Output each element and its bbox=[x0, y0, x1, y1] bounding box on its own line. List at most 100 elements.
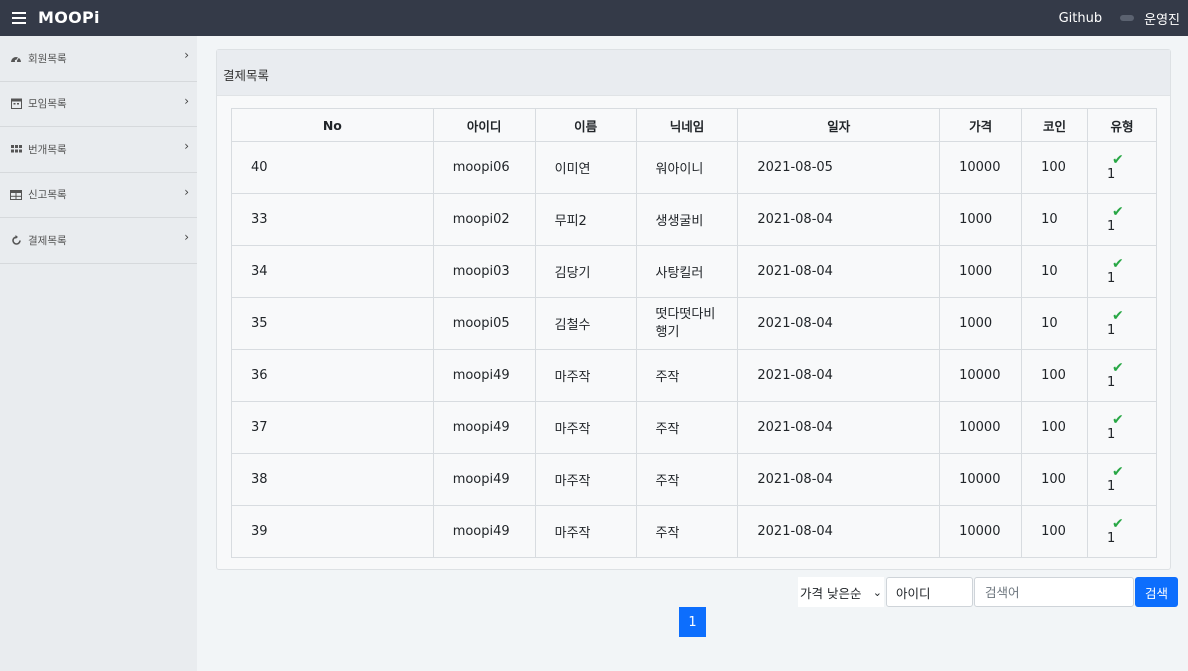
check-icon: ✔ bbox=[1112, 204, 1124, 220]
cell-nickname: 주작 bbox=[635, 453, 739, 506]
check-icon: ✔ bbox=[1112, 412, 1124, 428]
cell-price: 10000 bbox=[939, 401, 1023, 454]
search-bar: 가격 낮은순 ⌄ 아이디 검색 bbox=[798, 577, 1178, 607]
cell-date: 2021-08-04 bbox=[737, 349, 941, 402]
cell-no: 39 bbox=[231, 505, 434, 558]
search-field-select[interactable]: 아이디 bbox=[886, 577, 973, 607]
cell-id: moopi49 bbox=[432, 401, 536, 454]
sidebar-item-label: 번개목록 bbox=[28, 143, 67, 156]
sort-order-select[interactable]: 가격 낮은순 ⌄ bbox=[798, 577, 884, 607]
column-header[interactable]: No bbox=[231, 108, 434, 142]
search-input[interactable] bbox=[974, 577, 1134, 607]
cell-date: 2021-08-04 bbox=[737, 505, 941, 558]
cell-date: 2021-08-04 bbox=[737, 193, 941, 246]
cell-no: 37 bbox=[231, 401, 434, 454]
payment-table: No 아이디 이름 닉네임 일자 가격 코인 유형 40 moopi06 이미연… bbox=[231, 108, 1157, 558]
sidebar-item-members[interactable]: 회원목록 › bbox=[0, 36, 197, 82]
cell-nickname: 주작 bbox=[635, 349, 739, 402]
cell-price: 1000 bbox=[939, 193, 1023, 246]
column-header[interactable]: 코인 bbox=[1021, 108, 1089, 142]
cell-price: 10000 bbox=[939, 349, 1023, 402]
table-row[interactable]: 37 moopi49 마주작 주작 2021-08-04 10000 100 ✔… bbox=[231, 401, 1157, 454]
column-header[interactable]: 아이디 bbox=[432, 108, 536, 142]
check-icon: ✔ bbox=[1112, 152, 1124, 168]
column-header[interactable]: 일자 bbox=[737, 108, 941, 142]
cell-id: moopi06 bbox=[432, 141, 536, 194]
table-row[interactable]: 36 moopi49 마주작 주작 2021-08-04 10000 100 ✔… bbox=[231, 349, 1157, 402]
chevron-right-icon: › bbox=[184, 139, 189, 153]
cell-name: 이미연 bbox=[534, 141, 637, 194]
cell-type: ✔ 1 bbox=[1087, 349, 1157, 402]
cell-id: moopi49 bbox=[432, 505, 536, 558]
refresh-icon bbox=[10, 234, 22, 246]
cell-price: 1000 bbox=[939, 245, 1023, 298]
cell-name: 김철수 bbox=[534, 297, 637, 350]
sidebar-item-reports[interactable]: 신고목록 › bbox=[0, 173, 197, 218]
user-name[interactable]: 운영진 bbox=[1144, 9, 1180, 28]
cell-nickname: 주작 bbox=[635, 401, 739, 454]
cell-no: 36 bbox=[231, 349, 434, 402]
cell-coin: 100 bbox=[1021, 401, 1089, 454]
github-link[interactable]: Github bbox=[1059, 11, 1103, 26]
cell-no: 40 bbox=[231, 141, 434, 194]
sidebar-item-flash[interactable]: 번개목록 › bbox=[0, 127, 197, 173]
table-row[interactable]: 33 moopi02 무피2 생생굴비 2021-08-04 1000 10 ✔… bbox=[231, 193, 1157, 246]
calendar-icon bbox=[10, 98, 22, 110]
grid-icon bbox=[10, 143, 22, 155]
sidebar-item-label: 신고목록 bbox=[28, 189, 67, 202]
type-value: 1 bbox=[1107, 323, 1116, 338]
cell-coin: 100 bbox=[1021, 349, 1089, 402]
cell-type: ✔ 1 bbox=[1087, 141, 1157, 194]
column-header[interactable]: 이름 bbox=[534, 108, 637, 142]
type-value: 1 bbox=[1107, 271, 1116, 286]
card-title: 결제목록 bbox=[217, 50, 1170, 96]
chevron-right-icon: › bbox=[184, 48, 189, 62]
table-row[interactable]: 35 moopi05 김철수 떳다떳다비행기 2021-08-04 1000 1… bbox=[231, 297, 1157, 350]
check-icon: ✔ bbox=[1112, 256, 1124, 272]
column-header[interactable]: 닉네임 bbox=[635, 108, 739, 142]
cell-date: 2021-08-04 bbox=[737, 401, 941, 454]
sidebar-item-payments[interactable]: 결제목록 › bbox=[0, 218, 197, 264]
sidebar: 회원목록 › 모임목록 › 번개목록 › 신고목록 › 결제목록 › bbox=[0, 36, 197, 671]
check-icon: ✔ bbox=[1112, 516, 1124, 532]
cell-date: 2021-08-05 bbox=[737, 141, 941, 194]
cell-no: 38 bbox=[231, 453, 434, 506]
cell-price: 10000 bbox=[939, 141, 1023, 194]
sidebar-item-meetings[interactable]: 모임목록 › bbox=[0, 82, 197, 127]
pagination-page-1[interactable]: 1 bbox=[679, 607, 706, 637]
column-header[interactable]: 유형 bbox=[1087, 108, 1157, 142]
table-header-row: No 아이디 이름 닉네임 일자 가격 코인 유형 bbox=[231, 108, 1157, 142]
search-button[interactable]: 검색 bbox=[1135, 577, 1178, 607]
cell-coin: 10 bbox=[1021, 193, 1089, 246]
sidebar-item-label: 결제목록 bbox=[28, 234, 67, 247]
cell-nickname: 생생굴비 bbox=[635, 193, 739, 246]
cell-coin: 10 bbox=[1021, 245, 1089, 298]
payment-list-card: 결제목록 No 아이디 이름 닉네임 일자 가격 코인 유형 40 moopi0… bbox=[216, 49, 1171, 570]
table-row[interactable]: 38 moopi49 마주작 주작 2021-08-04 10000 100 ✔… bbox=[231, 453, 1157, 506]
cell-date: 2021-08-04 bbox=[737, 453, 941, 506]
cell-price: 10000 bbox=[939, 453, 1023, 506]
table-row[interactable]: 34 moopi03 김당기 사탕킬러 2021-08-04 1000 10 ✔… bbox=[231, 245, 1157, 298]
table-row[interactable]: 40 moopi06 이미연 워아이니 2021-08-05 10000 100… bbox=[231, 141, 1157, 194]
cell-nickname: 워아이니 bbox=[635, 141, 739, 194]
cell-id: moopi49 bbox=[432, 453, 536, 506]
table-row[interactable]: 39 moopi49 마주작 주작 2021-08-04 10000 100 ✔… bbox=[231, 505, 1157, 558]
cell-type: ✔ 1 bbox=[1087, 193, 1157, 246]
menu-icon[interactable] bbox=[12, 9, 26, 27]
chevron-right-icon: › bbox=[184, 93, 189, 108]
cell-name: 마주작 bbox=[534, 453, 637, 506]
dashboard-icon bbox=[10, 52, 22, 64]
column-header[interactable]: 가격 bbox=[939, 108, 1023, 142]
cell-type: ✔ 1 bbox=[1087, 505, 1157, 558]
cell-name: 마주작 bbox=[534, 401, 637, 454]
cell-nickname: 사탕킬러 bbox=[635, 245, 739, 298]
chevron-down-icon: ⌄ bbox=[872, 585, 882, 599]
cell-nickname: 떳다떳다비행기 bbox=[635, 297, 739, 350]
brand-logo[interactable]: MOOPi bbox=[38, 8, 100, 27]
cell-no: 34 bbox=[231, 245, 434, 298]
cell-id: moopi49 bbox=[432, 349, 536, 402]
navbar-right: Github 운영진 bbox=[1059, 0, 1180, 36]
check-icon: ✔ bbox=[1112, 360, 1124, 376]
user-avatar-icon bbox=[1120, 15, 1135, 21]
cell-name: 무피2 bbox=[534, 193, 637, 246]
